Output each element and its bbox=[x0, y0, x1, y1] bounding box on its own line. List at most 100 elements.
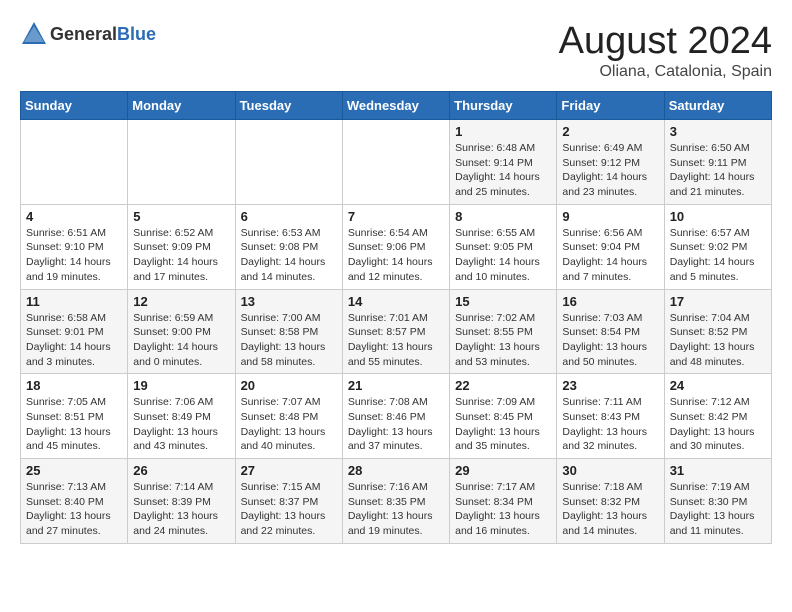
calendar-cell: 6 Sunrise: 6:53 AM Sunset: 9:08 PM Daylig… bbox=[235, 204, 342, 289]
calendar-cell: 15 Sunrise: 7:02 AM Sunset: 8:55 PM Dayli… bbox=[450, 289, 557, 374]
calendar-week-row: 1Sunrise: 6:48 AM Sunset: 9:14 PM Daylig… bbox=[21, 120, 772, 205]
day-number: 9 bbox=[562, 209, 658, 224]
calendar-cell bbox=[21, 120, 128, 205]
logo-general: General bbox=[50, 24, 117, 44]
day-number: 26 bbox=[133, 463, 229, 478]
calendar-week-row: 25Sunrise: 7:13 AM Sunset: 8:40 PM Dayli… bbox=[21, 459, 772, 544]
calendar-cell: 28 Sunrise: 7:16 AM Sunset: 8:35 PM Dayli… bbox=[342, 459, 449, 544]
day-number: 2 bbox=[562, 124, 658, 139]
calendar-cell: 4 Sunrise: 6:51 AM Sunset: 9:10 PM Daylig… bbox=[21, 204, 128, 289]
day-info: Sunrise: 7:15 AM Sunset: 8:37 PM Dayligh… bbox=[241, 480, 337, 539]
calendar-cell: 13 Sunrise: 7:00 AM Sunset: 8:58 PM Dayli… bbox=[235, 289, 342, 374]
weekday-header-thursday: Thursday bbox=[450, 92, 557, 120]
day-number: 1 bbox=[455, 124, 551, 139]
calendar-cell: 30 Sunrise: 7:18 AM Sunset: 8:32 PM Dayli… bbox=[557, 459, 664, 544]
day-number: 14 bbox=[348, 294, 444, 309]
day-info: Sunrise: 7:09 AM Sunset: 8:45 PM Dayligh… bbox=[455, 395, 551, 454]
day-info: Sunrise: 7:05 AM Sunset: 8:51 PM Dayligh… bbox=[26, 395, 122, 454]
logo-text: GeneralBlue bbox=[50, 24, 156, 45]
day-info: Sunrise: 6:56 AM Sunset: 9:04 PM Dayligh… bbox=[562, 226, 658, 285]
day-number: 28 bbox=[348, 463, 444, 478]
logo-icon bbox=[20, 20, 48, 48]
calendar-cell: 17Sunrise: 7:04 AM Sunset: 8:52 PM Dayli… bbox=[664, 289, 771, 374]
weekday-header-row: SundayMondayTuesdayWednesdayThursdayFrid… bbox=[21, 92, 772, 120]
day-info: Sunrise: 7:00 AM Sunset: 8:58 PM Dayligh… bbox=[241, 311, 337, 370]
logo: GeneralBlue bbox=[20, 20, 156, 48]
calendar-cell: 24 Sunrise: 7:12 AM Sunset: 8:42 PM Dayli… bbox=[664, 374, 771, 459]
calendar-cell: 27 Sunrise: 7:15 AM Sunset: 8:37 PM Dayli… bbox=[235, 459, 342, 544]
calendar-cell: 26 Sunrise: 7:14 AM Sunset: 8:39 PM Dayli… bbox=[128, 459, 235, 544]
calendar-table: SundayMondayTuesdayWednesdayThursdayFrid… bbox=[20, 91, 772, 544]
calendar-cell: 2 Sunrise: 6:49 AM Sunset: 9:12 PM Daylig… bbox=[557, 120, 664, 205]
day-info: Sunrise: 7:12 AM Sunset: 8:42 PM Dayligh… bbox=[670, 395, 766, 454]
location-title: Oliana, Catalonia, Spain bbox=[559, 63, 772, 81]
month-title: August 2024 bbox=[559, 20, 772, 63]
calendar-week-row: 18 Sunrise: 7:05 AM Sunset: 8:51 PM Dayli… bbox=[21, 374, 772, 459]
calendar-cell: 9 Sunrise: 6:56 AM Sunset: 9:04 PM Daylig… bbox=[557, 204, 664, 289]
day-info: Sunrise: 6:57 AM Sunset: 9:02 PM Dayligh… bbox=[670, 226, 766, 285]
weekday-header-wednesday: Wednesday bbox=[342, 92, 449, 120]
day-info: Sunrise: 7:02 AM Sunset: 8:55 PM Dayligh… bbox=[455, 311, 551, 370]
weekday-header-tuesday: Tuesday bbox=[235, 92, 342, 120]
day-number: 5 bbox=[133, 209, 229, 224]
day-info: Sunrise: 7:07 AM Sunset: 8:48 PM Dayligh… bbox=[241, 395, 337, 454]
calendar-cell: 1Sunrise: 6:48 AM Sunset: 9:14 PM Daylig… bbox=[450, 120, 557, 205]
calendar-cell: 18 Sunrise: 7:05 AM Sunset: 8:51 PM Dayli… bbox=[21, 374, 128, 459]
day-number: 4 bbox=[26, 209, 122, 224]
day-number: 15 bbox=[455, 294, 551, 309]
day-number: 30 bbox=[562, 463, 658, 478]
day-info: Sunrise: 6:54 AM Sunset: 9:06 PM Dayligh… bbox=[348, 226, 444, 285]
calendar-cell: 25Sunrise: 7:13 AM Sunset: 8:40 PM Dayli… bbox=[21, 459, 128, 544]
calendar-cell: 16Sunrise: 7:03 AM Sunset: 8:54 PM Dayli… bbox=[557, 289, 664, 374]
title-area: August 2024 Oliana, Catalonia, Spain bbox=[559, 20, 772, 81]
day-info: Sunrise: 7:04 AM Sunset: 8:52 PM Dayligh… bbox=[670, 311, 766, 370]
day-info: Sunrise: 7:11 AM Sunset: 8:43 PM Dayligh… bbox=[562, 395, 658, 454]
calendar-cell: 7 Sunrise: 6:54 AM Sunset: 9:06 PM Daylig… bbox=[342, 204, 449, 289]
day-number: 7 bbox=[348, 209, 444, 224]
day-number: 13 bbox=[241, 294, 337, 309]
day-number: 23 bbox=[562, 378, 658, 393]
day-info: Sunrise: 6:53 AM Sunset: 9:08 PM Dayligh… bbox=[241, 226, 337, 285]
day-number: 31 bbox=[670, 463, 766, 478]
day-info: Sunrise: 7:19 AM Sunset: 8:30 PM Dayligh… bbox=[670, 480, 766, 539]
day-number: 24 bbox=[670, 378, 766, 393]
day-number: 16 bbox=[562, 294, 658, 309]
day-number: 3 bbox=[670, 124, 766, 139]
day-number: 27 bbox=[241, 463, 337, 478]
calendar-cell bbox=[342, 120, 449, 205]
day-info: Sunrise: 7:16 AM Sunset: 8:35 PM Dayligh… bbox=[348, 480, 444, 539]
day-info: Sunrise: 6:52 AM Sunset: 9:09 PM Dayligh… bbox=[133, 226, 229, 285]
day-number: 10 bbox=[670, 209, 766, 224]
calendar-week-row: 4 Sunrise: 6:51 AM Sunset: 9:10 PM Daylig… bbox=[21, 204, 772, 289]
weekday-header-friday: Friday bbox=[557, 92, 664, 120]
calendar-cell: 12Sunrise: 6:59 AM Sunset: 9:00 PM Dayli… bbox=[128, 289, 235, 374]
day-number: 29 bbox=[455, 463, 551, 478]
day-info: Sunrise: 6:55 AM Sunset: 9:05 PM Dayligh… bbox=[455, 226, 551, 285]
calendar-cell bbox=[128, 120, 235, 205]
calendar-cell: 19 Sunrise: 7:06 AM Sunset: 8:49 PM Dayli… bbox=[128, 374, 235, 459]
day-info: Sunrise: 7:06 AM Sunset: 8:49 PM Dayligh… bbox=[133, 395, 229, 454]
weekday-header-monday: Monday bbox=[128, 92, 235, 120]
day-info: Sunrise: 7:01 AM Sunset: 8:57 PM Dayligh… bbox=[348, 311, 444, 370]
day-number: 19 bbox=[133, 378, 229, 393]
day-number: 20 bbox=[241, 378, 337, 393]
day-info: Sunrise: 7:08 AM Sunset: 8:46 PM Dayligh… bbox=[348, 395, 444, 454]
day-number: 18 bbox=[26, 378, 122, 393]
calendar-week-row: 11Sunrise: 6:58 AM Sunset: 9:01 PM Dayli… bbox=[21, 289, 772, 374]
calendar-cell: 22Sunrise: 7:09 AM Sunset: 8:45 PM Dayli… bbox=[450, 374, 557, 459]
day-number: 12 bbox=[133, 294, 229, 309]
day-info: Sunrise: 6:51 AM Sunset: 9:10 PM Dayligh… bbox=[26, 226, 122, 285]
day-info: Sunrise: 7:14 AM Sunset: 8:39 PM Dayligh… bbox=[133, 480, 229, 539]
day-info: Sunrise: 6:50 AM Sunset: 9:11 PM Dayligh… bbox=[670, 141, 766, 200]
day-number: 8 bbox=[455, 209, 551, 224]
calendar-cell: 5 Sunrise: 6:52 AM Sunset: 9:09 PM Daylig… bbox=[128, 204, 235, 289]
calendar-cell: 8 Sunrise: 6:55 AM Sunset: 9:05 PM Daylig… bbox=[450, 204, 557, 289]
calendar-cell: 10 Sunrise: 6:57 AM Sunset: 9:02 PM Dayli… bbox=[664, 204, 771, 289]
page-header: GeneralBlue August 2024 Oliana, Cataloni… bbox=[20, 20, 772, 81]
weekday-header-sunday: Sunday bbox=[21, 92, 128, 120]
calendar-cell: 29Sunrise: 7:17 AM Sunset: 8:34 PM Dayli… bbox=[450, 459, 557, 544]
day-info: Sunrise: 7:18 AM Sunset: 8:32 PM Dayligh… bbox=[562, 480, 658, 539]
calendar-cell: 31 Sunrise: 7:19 AM Sunset: 8:30 PM Dayli… bbox=[664, 459, 771, 544]
day-info: Sunrise: 6:49 AM Sunset: 9:12 PM Dayligh… bbox=[562, 141, 658, 200]
day-number: 6 bbox=[241, 209, 337, 224]
